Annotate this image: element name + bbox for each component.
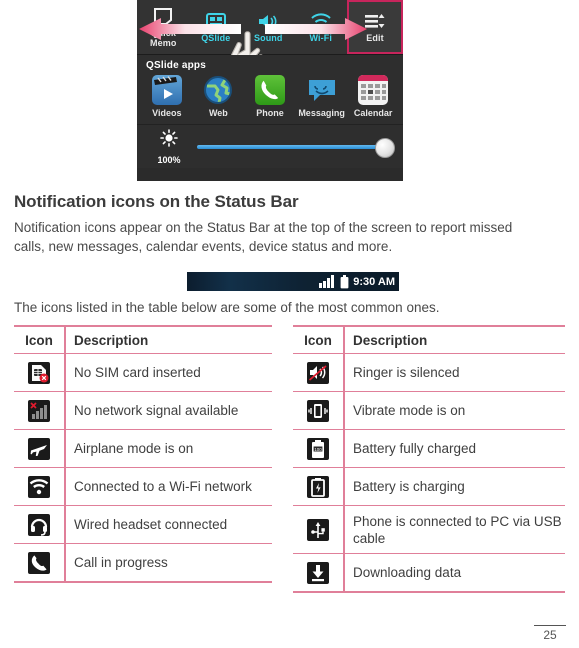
quick-setting-label: Quick [150, 27, 176, 38]
column-header-icon: Icon [14, 325, 66, 354]
table-row: Airplane mode is on [14, 429, 272, 468]
table-row: No SIM card inserted [14, 353, 272, 392]
qslide-apps-title: QSlide apps [146, 60, 206, 71]
icon-description: Battery fully charged [344, 429, 565, 468]
page-number: 25 [534, 625, 566, 642]
wifi-icon [310, 12, 332, 32]
videos-icon [151, 75, 182, 105]
qslide-app-videos[interactable]: Videos [142, 75, 192, 118]
quick-settings-edit-button[interactable]: Edit [347, 0, 403, 54]
table-row: Vibrate mode is on [293, 391, 565, 430]
quick-setting-sound[interactable]: Sound [242, 0, 295, 54]
qslide-app-label: Messaging [298, 108, 345, 118]
qslide-app-label: Web [208, 108, 228, 118]
icon-description: Downloading data [344, 553, 565, 593]
quick-setting-label: Wi-Fi [309, 32, 332, 43]
qslide-app-web[interactable]: Web [193, 75, 243, 118]
icon-description: Wired headset connected [65, 505, 272, 544]
table-header-row: Icon Description [14, 325, 272, 354]
column-header-description: Description [65, 325, 272, 354]
quick-setting-label: QSlide [201, 32, 231, 43]
column-header-description: Description [344, 325, 565, 354]
brightness-value: 100% [157, 154, 181, 165]
page-title: Notification icons on the Status Bar [14, 192, 299, 211]
ringer-silenced-icon [307, 361, 329, 384]
table-row: Phone is connected to PC via USB cable [293, 505, 565, 554]
table-row: 100 Battery fully charged [293, 429, 565, 468]
battery-charging-icon [307, 475, 329, 498]
qslide-app-label: Phone [256, 108, 284, 118]
status-bar-time: 9:30 AM [353, 275, 395, 288]
quickmemo-icon [153, 7, 173, 27]
quick-setting-quickmemo[interactable]: Quick Memo [137, 0, 190, 54]
icon-description: Battery is charging [344, 467, 565, 506]
status-bar-sample: 9:30 AM [187, 272, 399, 291]
icon-description: Call in progress [65, 543, 272, 583]
table-row: Wired headset connected [14, 505, 272, 544]
table-header-row: Icon Description [293, 325, 565, 354]
edit-list-icon [364, 12, 386, 32]
icon-description: No SIM card inserted [65, 353, 272, 392]
table-row: Ringer is silenced [293, 353, 565, 392]
qslide-app-label: Calendar [353, 108, 393, 118]
column-header-icon: Icon [293, 325, 345, 354]
icon-description: Airplane mode is on [65, 429, 272, 468]
device-screenshot: Quick Memo QSlide Sound Wi-Fi Edit QSlid… [137, 0, 403, 181]
downloading-data-icon [307, 561, 329, 584]
quick-settings-row: Quick Memo QSlide Sound Wi-Fi Edit [137, 0, 403, 76]
notification-icons-table-right: Icon Description Ringer is silenced Vibr… [293, 325, 565, 593]
vibrate-mode-icon [307, 399, 329, 422]
qslide-apps-section: QSlide apps Videos Web Phone Messaging C… [137, 55, 403, 124]
wired-headset-icon [28, 513, 50, 536]
no-sim-card-icon [28, 361, 50, 384]
icon-description: No network signal available [65, 391, 272, 430]
manual-page: Quick Memo QSlide Sound Wi-Fi Edit QSlid… [0, 0, 579, 648]
icon-description: Vibrate mode is on [344, 391, 565, 430]
table-row: Downloading data [293, 553, 565, 593]
qslide-icon [205, 12, 226, 32]
call-in-progress-icon [28, 551, 50, 574]
slider-track [197, 144, 393, 149]
quick-setting-label: Edit [366, 32, 384, 43]
battery-full-icon [340, 274, 349, 288]
qslide-app-phone[interactable]: Phone [245, 75, 295, 118]
quick-setting-wifi[interactable]: Wi-Fi [295, 0, 348, 54]
icon-description: Phone is connected to PC via USB cable [344, 505, 565, 554]
usb-connected-icon [307, 518, 329, 541]
table-row: Call in progress [14, 543, 272, 583]
table-row: No network signal available [14, 391, 272, 430]
table-row: Battery is charging [293, 467, 565, 506]
table-row: Connected to a Wi-Fi network [14, 467, 272, 506]
no-network-signal-icon [28, 399, 50, 422]
quick-setting-label-2: Memo [150, 37, 177, 48]
qslide-app-calendar[interactable]: Calendar [348, 75, 398, 118]
signal-bars-icon [319, 275, 335, 288]
slider-knob[interactable] [375, 137, 395, 158]
intro-paragraph: Notification icons appear on the Status … [14, 220, 513, 254]
qslide-app-label: Videos [152, 108, 182, 118]
web-browser-icon [203, 75, 233, 105]
messaging-icon [307, 75, 337, 105]
brightness-row: 100% [137, 124, 403, 168]
wifi-connected-icon [28, 475, 50, 498]
qslide-app-messaging[interactable]: Messaging [297, 75, 347, 118]
brightness-sun-icon [160, 128, 178, 147]
quick-setting-qslide[interactable]: QSlide [190, 0, 243, 54]
airplane-mode-icon [28, 437, 50, 460]
qslide-app-list: Videos Web Phone Messaging Calendar [137, 75, 403, 122]
notification-icons-table-left: Icon Description No SIM card inserted No… [14, 325, 272, 583]
brightness-slider[interactable] [191, 137, 395, 158]
icon-description: Ringer is silenced [344, 353, 565, 392]
quick-setting-label: Sound [254, 32, 283, 43]
svg-text:100: 100 [314, 446, 322, 451]
battery-full-icon: 100 [307, 437, 329, 460]
table-intro-paragraph: The icons listed in the table below are … [14, 300, 440, 315]
calendar-icon [358, 75, 389, 105]
brightness-indicator: 100% [147, 128, 191, 165]
icon-description: Connected to a Wi-Fi network [65, 467, 272, 506]
sound-icon [257, 12, 279, 32]
phone-icon [254, 75, 285, 105]
